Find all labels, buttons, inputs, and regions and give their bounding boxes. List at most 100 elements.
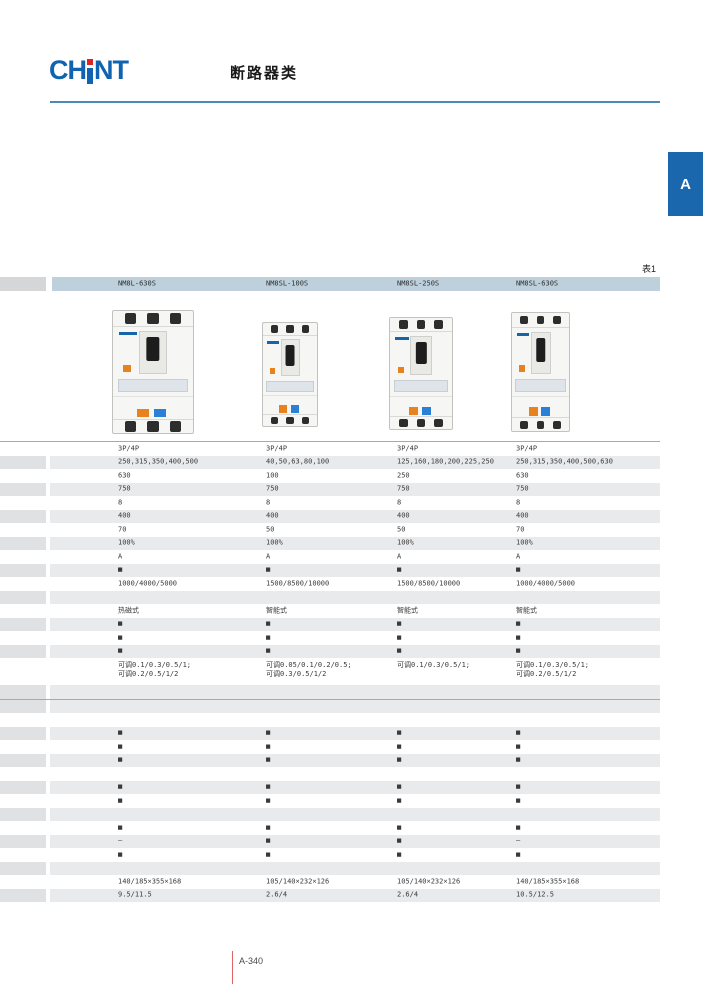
spec-cell: 智能式 [266,606,287,615]
spec-cell: ■ [118,620,122,629]
column-header-model-3: NM8SL-250S [397,280,439,289]
spec-row: ■■■■ [0,794,660,808]
page-title: 断路器类 [230,62,298,83]
spec-cell: 40,50,63,80,100 [266,458,329,467]
spec-row [0,808,660,822]
spec-row: 630100250630 [0,469,660,483]
breaker-bottom-terminals [263,414,317,426]
spec-cell: 400 [118,512,131,521]
breaker-test-button [123,365,130,372]
table-caption: 表1 [642,262,656,275]
spec-row: ■■■■ [0,645,660,659]
breaker-orange-button [279,405,287,412]
spec-cell: ■ [266,796,270,805]
spec-cell: 140/185×355×168 [118,877,181,886]
breaker-toggle [286,345,295,365]
breaker-brand-mark [517,333,530,336]
spec-cell: 热磁式 [118,606,139,615]
spec-row [0,713,660,727]
spec-cell: 8 [516,498,520,507]
spec-cell: 750 [397,485,410,494]
spec-cell: 8 [397,498,401,507]
spec-row: —■■— [0,835,660,849]
spec-row: 400400400400 [0,510,660,524]
breaker-dial-strip [266,381,314,392]
breaker-toggle-panel [410,336,432,376]
spec-row [0,862,660,876]
spec-cell: ■ [397,729,401,738]
spec-cell: 750 [516,485,529,494]
spec-cell: 可调0.1/0.3/0.5/1; 可调0.2/0.5/1/2 [118,661,191,679]
spec-cell: 100% [397,539,414,548]
spec-row: ■■■■ [0,781,660,795]
spec-cell: ■ [397,850,401,859]
spec-row: ■■■■ [0,754,660,768]
spec-cell: 50 [266,525,274,534]
spec-table: NM8L-630S NM8SL-100S NM8SL-250S NM8SL-63… [0,277,660,902]
spec-cell: ■ [118,756,122,765]
breaker-blue-button [154,409,166,418]
spec-cell: 可调0.1/0.3/0.5/1; 可调0.2/0.5/1/2 [516,661,589,679]
page-footer: A-340 [232,951,263,984]
spec-cell: ■ [266,837,270,846]
breaker-seam [263,395,317,396]
spec-cell: ■ [118,850,122,859]
spec-cell: 3P/4P [266,444,287,453]
spec-cell: ■ [397,647,401,656]
spec-row [0,685,660,700]
spec-cell: ■ [516,783,520,792]
spec-cell: 1500/8500/10000 [266,579,329,588]
spec-cell: ■ [266,783,270,792]
spec-cell: 105/140×232×126 [266,877,329,886]
spec-row [0,591,660,605]
spec-cell: 3P/4P [397,444,418,453]
spec-cell: 2.6/4 [266,891,287,900]
spec-row: 70505070 [0,523,660,537]
breaker-blue-button [422,407,431,415]
spec-cell: 10.5/12.5 [516,891,554,900]
spec-cell: ■ [397,566,401,575]
spec-cell: ■ [516,647,520,656]
spec-row: ■■■■ [0,618,660,632]
product-photo-nm8sl-100s [262,322,318,427]
spec-cell: ■ [118,796,122,805]
spec-cell: ■ [397,756,401,765]
spec-cell: ■ [516,566,520,575]
spec-row: 100%100%100%100% [0,537,660,551]
spec-cell: 630 [516,471,529,480]
spec-cell: ■ [266,647,270,656]
breaker-toggle-panel [281,339,300,376]
spec-cell: ■ [397,837,401,846]
chint-logo: CH NT [49,57,128,87]
spec-cell: ■ [397,823,401,832]
spec-cell: 1500/8500/10000 [397,579,460,588]
section-tab-label: A [680,176,691,193]
spec-cell: 70 [118,525,126,534]
spec-row: ■■■■ [0,848,660,862]
spec-cell: ■ [266,729,270,738]
spec-cell: 可调0.1/0.3/0.5/1; [397,661,470,670]
spec-cell: 100% [118,539,135,548]
spec-row: 140/185×355×168105/140×232×126105/140×23… [0,875,660,889]
spec-cell: A [118,552,122,561]
spec-cell: ■ [397,796,401,805]
breaker-toggle [147,337,160,361]
spec-cell: 1000/4000/5000 [516,579,575,588]
breaker-test-button [270,368,275,374]
breaker-top-terminals [263,323,317,336]
spec-row: 750750750750 [0,483,660,497]
logo-text-left: CH [49,57,86,84]
breaker-top-terminals [113,311,193,327]
spec-cell: 8 [118,498,122,507]
breaker-seam [113,396,193,397]
logo-i-dot-icon [86,57,94,84]
breaker-brand-mark [119,332,137,335]
breaker-toggle [536,338,545,361]
spec-cell: ■ [266,633,270,642]
column-header-model-4: NM8SL-630S [516,280,558,289]
spec-cell: ■ [516,823,520,832]
spec-cell: 1000/4000/5000 [118,579,177,588]
breaker-toggle-panel [531,332,551,374]
spec-cell: 750 [266,485,279,494]
breaker-seam [512,396,569,397]
